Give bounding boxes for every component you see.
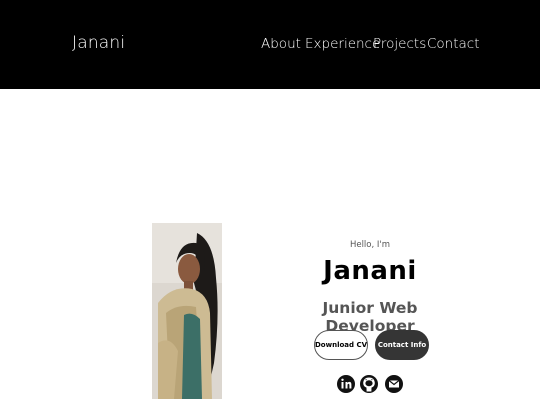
- greeting-text: Hello, I'm: [349, 240, 391, 250]
- linkedin-icon[interactable]: [336, 373, 356, 395]
- nav-link-projects[interactable]: Projects: [373, 36, 426, 52]
- nav-link-experience[interactable]: Experience: [305, 36, 380, 52]
- github-icon[interactable]: [359, 373, 379, 395]
- email-icon[interactable]: [384, 373, 404, 395]
- navbar: Janani About Experience Projects Contact: [0, 0, 540, 89]
- nav-links: About Experience Projects Contact: [0, 36, 540, 54]
- download-cv-button[interactable]: Download CV: [314, 330, 368, 360]
- social-links: [0, 373, 540, 397]
- nav-link-about[interactable]: About: [261, 36, 301, 52]
- hero-name: Janani: [323, 256, 417, 286]
- hero-role: Junior Web Developer: [322, 299, 418, 335]
- contact-info-button[interactable]: Contact Info: [375, 330, 429, 360]
- nav-link-contact[interactable]: Contact: [427, 36, 480, 52]
